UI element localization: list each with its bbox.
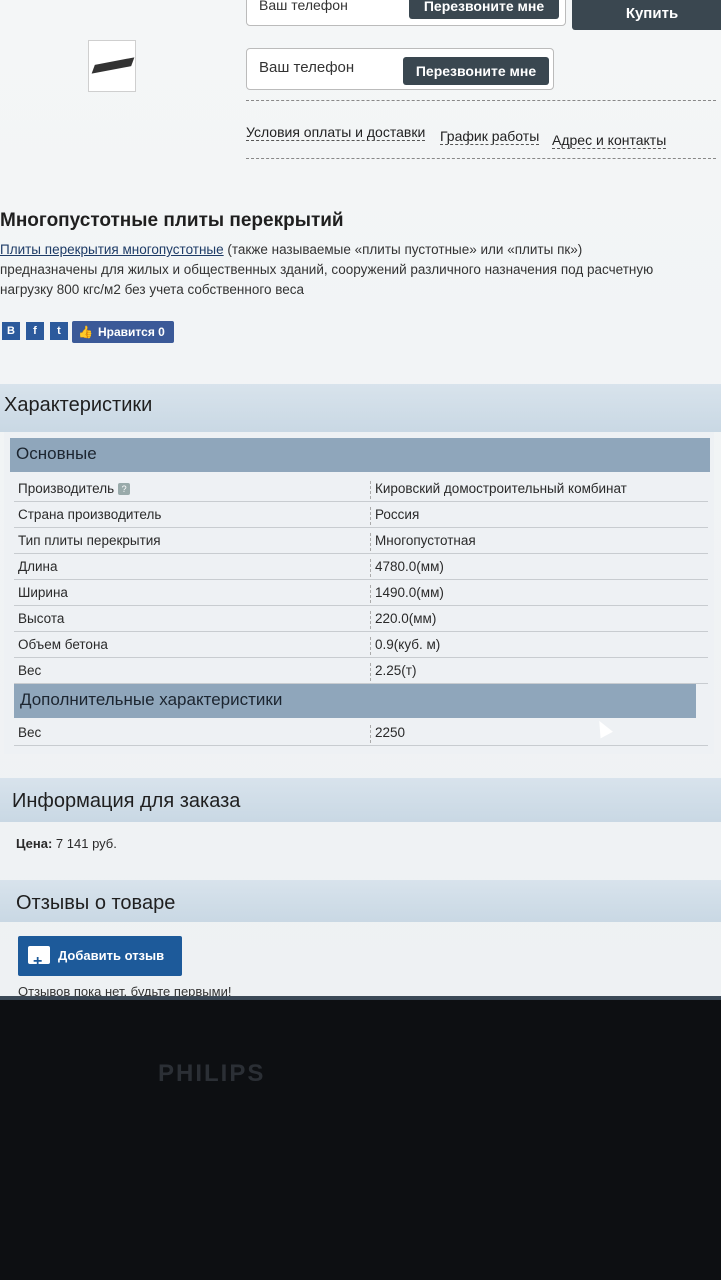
os-taskbar bbox=[0, 996, 721, 1000]
monitor-brand-logo: PHILIPS bbox=[158, 1060, 266, 1087]
row-key: Тип плиты перекрытия bbox=[18, 533, 161, 548]
row-key: Ширина bbox=[18, 585, 68, 600]
order-info-heading: Информация для заказа bbox=[12, 790, 241, 812]
product-intro: Плиты перекрытия многопустотные (также н… bbox=[0, 240, 700, 300]
help-icon[interactable]: ? bbox=[118, 483, 131, 495]
row-key: Вес bbox=[18, 663, 42, 678]
browser-viewport: Ваш телефон Перезвоните мне Купить Ваш т… bbox=[0, 0, 721, 1000]
reviews-heading: Отзывы о товаре bbox=[16, 892, 176, 914]
table-row: Вес 2.25(т) bbox=[14, 658, 708, 684]
twitter-share-button[interactable]: t bbox=[50, 322, 68, 340]
row-value: 1490.0(мм) bbox=[370, 585, 444, 603]
row-key: Высота bbox=[18, 611, 65, 626]
price-value: 7 141 руб. bbox=[55, 836, 117, 851]
row-value: Кировский домостроительный комбинат bbox=[370, 481, 627, 499]
callback-button[interactable]: Перезвоните мне bbox=[403, 57, 549, 85]
table-row: Объем бетона 0.9(куб. м) bbox=[14, 632, 708, 658]
link-payment-delivery[interactable]: Условия оплаты и доставки bbox=[246, 124, 426, 141]
characteristics-header: Характеристики bbox=[0, 384, 721, 432]
facebook-share-button[interactable]: f bbox=[26, 322, 44, 340]
reviews-header: Отзывы о товаре bbox=[0, 880, 721, 922]
group-main-title: Основные bbox=[16, 444, 97, 463]
top-callback-button[interactable]: Перезвоните мне bbox=[409, 0, 559, 19]
add-review-button[interactable]: Добавить отзыв bbox=[18, 936, 182, 982]
price: Цена: 7 141 руб. bbox=[16, 836, 117, 851]
link-address-contacts[interactable]: Адрес и контакты bbox=[552, 132, 667, 149]
row-value: 4780.0(мм) bbox=[370, 559, 444, 577]
top-phone-label: Ваш телефон bbox=[259, 0, 348, 13]
order-info-header: Информация для заказа bbox=[0, 778, 721, 822]
row-value: 2250 bbox=[370, 725, 405, 743]
row-value: 0.9(куб. м) bbox=[370, 637, 440, 655]
buy-button[interactable]: Купить bbox=[572, 0, 721, 30]
product-thumbnail[interactable] bbox=[88, 40, 136, 92]
row-key: Производитель? bbox=[18, 481, 131, 496]
table-row: Ширина 1490.0(мм) bbox=[14, 580, 708, 606]
divider bbox=[246, 158, 716, 159]
price-label: Цена: bbox=[16, 836, 53, 851]
add-comment-icon bbox=[28, 942, 50, 982]
table-row: Страна производитель Россия bbox=[14, 502, 708, 528]
group-extra-title: Дополнительные характеристики bbox=[20, 690, 283, 709]
characteristics-heading: Характеристики bbox=[4, 394, 153, 416]
vk-share-button[interactable]: B bbox=[2, 322, 20, 340]
divider bbox=[246, 100, 716, 101]
row-key: Страна производитель bbox=[18, 507, 162, 522]
thumbs-up-icon: 👍 bbox=[78, 325, 93, 339]
slab-image bbox=[91, 57, 135, 74]
intro-text-1: (также называемые «плиты пустотные» или … bbox=[223, 242, 583, 257]
table-row: Производитель? Кировский домостроительны… bbox=[14, 476, 708, 502]
table-row: Длина 4780.0(мм) bbox=[14, 554, 708, 580]
group-main: Основные bbox=[10, 438, 710, 472]
row-key: Вес bbox=[18, 725, 42, 740]
like-label: Нравится 0 bbox=[98, 325, 165, 339]
row-value: Россия bbox=[370, 507, 419, 525]
table-row: Высота 220.0(мм) bbox=[14, 606, 708, 632]
row-key: Объем бетона bbox=[18, 637, 108, 652]
row-key: Длина bbox=[18, 559, 58, 574]
sticky-top-bar: Ваш телефон Перезвоните мне Купить bbox=[0, 0, 721, 30]
product-title: Многопустотные плиты перекрытий bbox=[0, 210, 344, 231]
add-review-label: Добавить отзыв bbox=[58, 948, 165, 963]
row-value: 2.25(т) bbox=[370, 663, 416, 681]
group-extra: Дополнительные характеристики bbox=[14, 684, 696, 718]
link-work-schedule[interactable]: График работы bbox=[440, 128, 540, 145]
phone-input[interactable]: Ваш телефон bbox=[259, 59, 354, 76]
row-value: 220.0(мм) bbox=[370, 611, 436, 629]
intro-link[interactable]: Плиты перекрытия многопустотные bbox=[0, 242, 224, 257]
intro-text-3: нагрузку 800 кгс/м2 без учета собственно… bbox=[0, 282, 305, 297]
row-value: Многопустотная bbox=[370, 533, 476, 551]
table-row: Тип плиты перекрытия Многопустотная bbox=[14, 528, 708, 554]
like-button[interactable]: 👍 Нравится 0 bbox=[72, 321, 174, 343]
top-phone-field[interactable]: Ваш телефон Перезвоните мне bbox=[246, 0, 566, 26]
callback-form: Ваш телефон Перезвоните мне bbox=[246, 48, 554, 90]
characteristics-table: Основные Производитель? Кировский домост… bbox=[4, 432, 714, 754]
intro-text-2: предназначены для жилых и общественных з… bbox=[0, 262, 654, 277]
